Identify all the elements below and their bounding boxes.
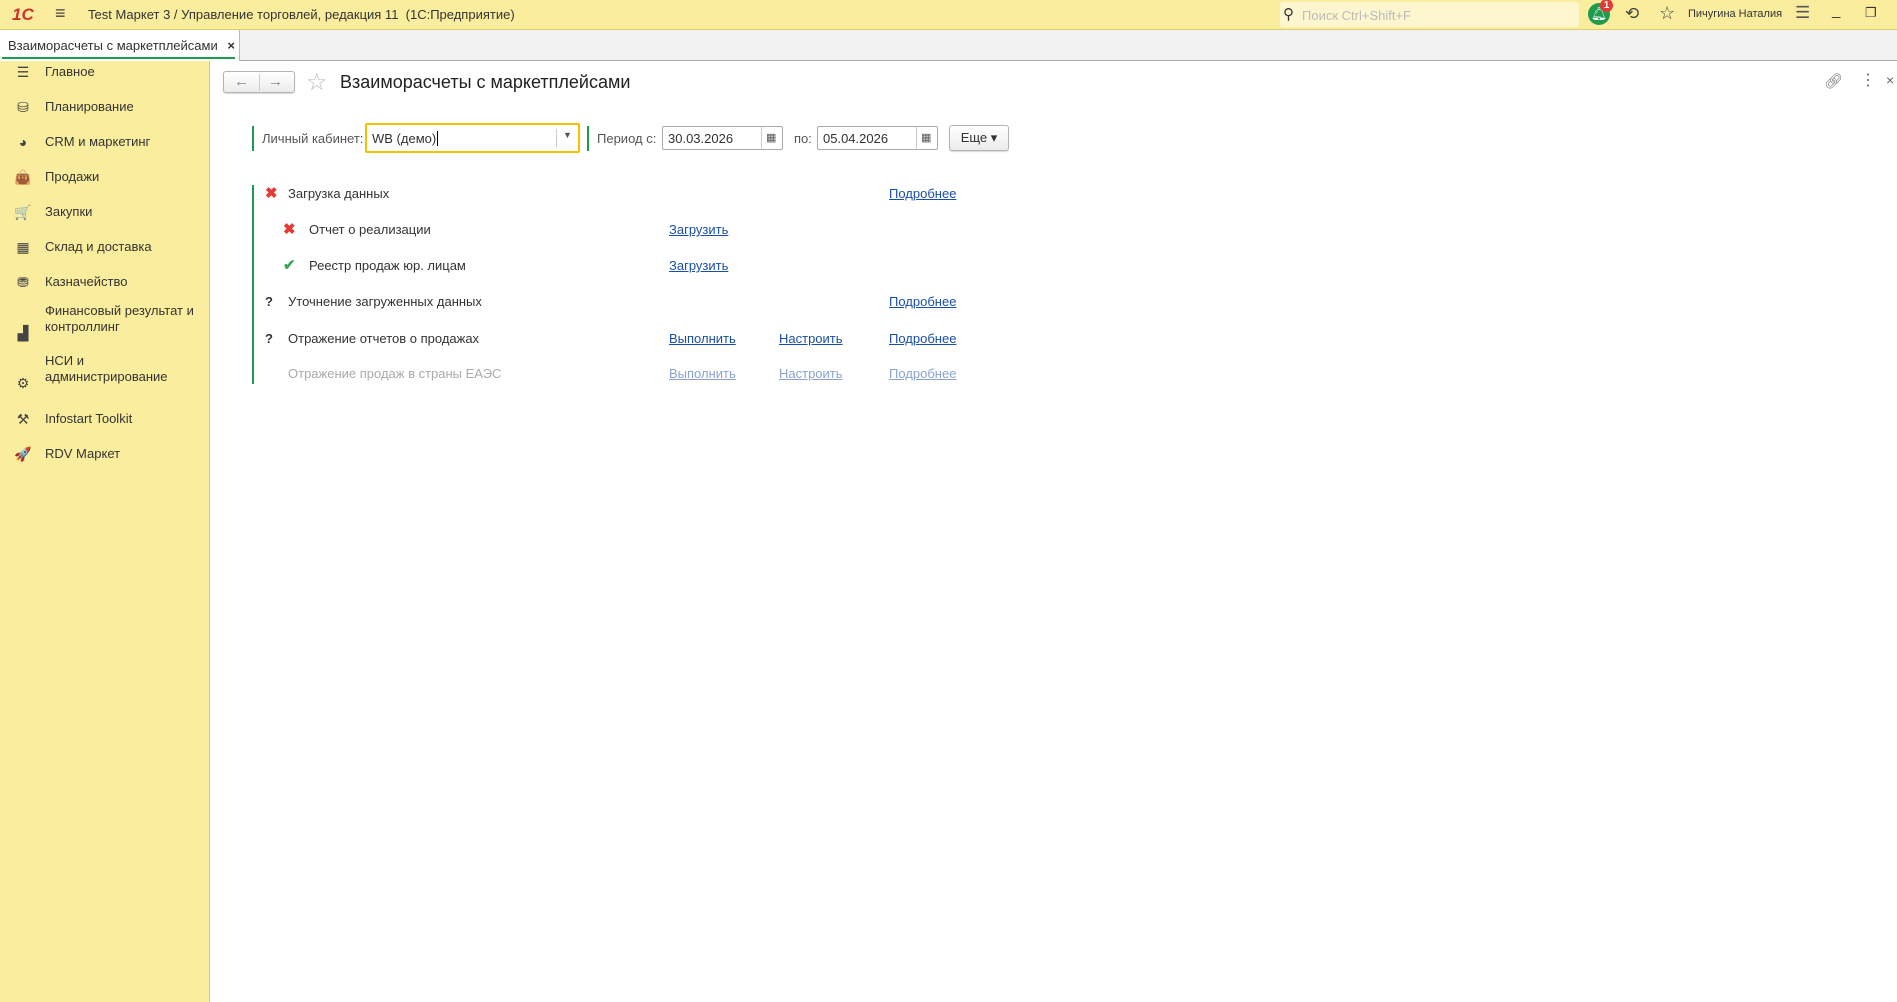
history-icon[interactable]: ⟲	[1625, 4, 1639, 24]
execute-link[interactable]: Выполнить	[669, 364, 736, 384]
load-link[interactable]: Загрузить	[669, 256, 728, 276]
more-label: Еще ▾	[960, 130, 998, 145]
page-title: Взаиморасчеты с маркетплейсами	[340, 72, 631, 92]
step-label: Отражение отчетов о продажах	[288, 331, 480, 346]
period-from-label: Период с:	[597, 131, 657, 146]
step-row: ? Отражение отчетов о продажах Выполнить На…	[0, 329, 1000, 349]
period-from-value: 30.03.2026	[668, 131, 734, 146]
tools-icon: ⚒	[16, 410, 30, 427]
step-row: ✔ Реестр продаж юр. лицам Загрузить	[0, 256, 1000, 276]
step-label: Загрузка данных	[288, 186, 390, 201]
coins-icon: ⛃	[17, 273, 29, 290]
execute-link[interactable]: Выполнить	[669, 329, 736, 349]
tab-bar	[0, 30, 1897, 61]
1c-logo-icon[interactable]: 1С	[12, 5, 34, 25]
restore-icon[interactable]: ❐	[1865, 5, 1877, 21]
link-icon[interactable]: 🔗︎	[1824, 72, 1843, 90]
step-row: ✖ Отчет о реализации Загрузить	[0, 220, 1000, 240]
step-row: ✖ Загрузка данных Подробнее	[0, 184, 1000, 204]
more-actions-icon[interactable]: ⋮	[1860, 70, 1876, 90]
back-arrow-icon[interactable]: ←	[234, 73, 249, 90]
shopping-bag-icon: 👜	[14, 168, 32, 185]
period-to-value: 05.04.2026	[823, 131, 889, 146]
period-to-label: по:	[794, 131, 812, 146]
window-title: Test Маркет 3 / Управление торговлей, ре…	[88, 7, 515, 22]
details-link[interactable]: Подробнее	[889, 364, 956, 384]
tab-label: Взаиморасчеты с маркетплейсами	[8, 38, 218, 53]
favorites-star-icon[interactable]: ☆	[1659, 3, 1675, 24]
close-tab-icon[interactable]: ×	[227, 38, 235, 53]
pie-chart-icon: ◕	[18, 134, 28, 150]
steps-group-bar	[252, 185, 254, 384]
settings-menu-icon[interactable]: ☰	[1795, 3, 1810, 23]
dropdown-arrow-icon[interactable]: ▼	[563, 130, 572, 140]
details-link[interactable]: Подробнее	[889, 329, 956, 349]
more-button[interactable]: Еще ▾	[949, 125, 1009, 151]
minimize-icon[interactable]: _	[1832, 2, 1840, 19]
error-x-icon: ✖	[283, 221, 296, 238]
close-form-icon[interactable]: ×	[1886, 72, 1894, 88]
search-placeholder: Поиск Ctrl+Shift+F	[1302, 8, 1411, 23]
calendar-icon[interactable]: ▦	[921, 131, 931, 144]
question-icon: ?	[265, 294, 273, 309]
grid-icon: ▦	[16, 238, 30, 255]
account-combobox[interactable]: WB (демо) ▼	[365, 123, 580, 153]
planning-chart-icon: ⛁	[17, 98, 29, 115]
period-to-input[interactable]: 05.04.2026 ▦	[817, 126, 938, 150]
account-value: WB (демо)	[372, 131, 437, 146]
title-bar: 1С ≡ Test Маркет 3 / Управление торговле…	[0, 0, 1897, 30]
configure-link[interactable]: Настроить	[779, 364, 843, 384]
calendar-icon[interactable]: ▦	[766, 131, 776, 144]
step-label: Уточнение загруженных данных	[288, 294, 482, 309]
account-label: Личный кабинет:	[262, 131, 364, 146]
cart-icon: 🛒	[14, 203, 32, 220]
step-label: Отражение продаж в страны ЕАЭС	[288, 366, 502, 381]
error-x-icon: ✖	[265, 185, 278, 202]
favorite-star-icon[interactable]: ☆	[306, 68, 328, 97]
user-name[interactable]: Пичугина Наталия	[1688, 8, 1782, 20]
check-icon: ✔	[283, 257, 296, 274]
details-link[interactable]: Подробнее	[889, 184, 956, 204]
details-link[interactable]: Подробнее	[889, 292, 956, 312]
rocket-icon: 🚀	[14, 445, 32, 462]
question-icon: ?	[265, 331, 273, 346]
period-from-input[interactable]: 30.03.2026 ▦	[662, 126, 783, 150]
tab-vzaimoraschety[interactable]: Взаиморасчеты с маркетплейсами ×	[0, 30, 240, 61]
nav-buttons: ← →	[223, 71, 295, 93]
list-icon: ☰	[16, 63, 30, 80]
configure-link[interactable]: Настроить	[779, 329, 843, 349]
search-input[interactable]: ⚲ Поиск Ctrl+Shift+F	[1280, 2, 1579, 27]
step-row: Отражение продаж в страны ЕАЭС Выполнить Н…	[0, 364, 1000, 384]
step-label: Отчет о реализации	[309, 222, 431, 237]
notifications-button[interactable]: 🔔︎ 1	[1588, 0, 1613, 25]
step-label: Реестр продаж юр. лицам	[309, 258, 466, 273]
step-row: ? Уточнение загруженных данных Подробнее	[0, 292, 1000, 312]
forward-arrow-icon[interactable]: →	[268, 73, 283, 90]
notification-badge: 1	[1600, 0, 1613, 12]
load-link[interactable]: Загрузить	[669, 220, 728, 240]
hamburger-menu-icon[interactable]: ≡	[55, 3, 66, 24]
search-icon: ⚲	[1283, 6, 1294, 23]
